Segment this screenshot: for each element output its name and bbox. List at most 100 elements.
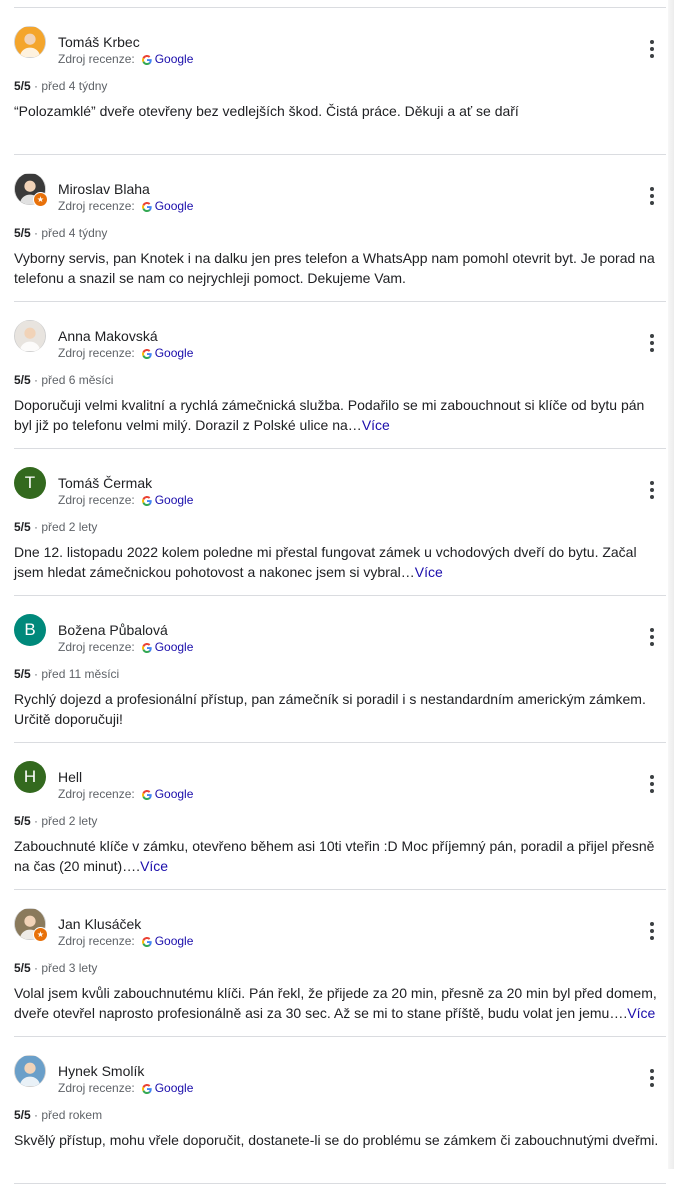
review-body: Doporučuji velmi kvalitní a rychlá zámeč… xyxy=(14,397,645,433)
avatar-photo[interactable] xyxy=(14,1055,46,1087)
avatar-letter: B xyxy=(24,620,36,639)
user-photo-icon xyxy=(15,321,45,351)
local-guide-badge-icon: ★ xyxy=(33,192,48,207)
review-item: ★ Jan Klusáček Zdroj recenze: Google 5/5… xyxy=(14,890,666,1037)
review-source: Zdroj recenze: Google xyxy=(58,346,193,360)
source-google-link[interactable]: Google xyxy=(155,52,194,66)
user-photo-icon xyxy=(15,1056,45,1086)
review-author[interactable]: Miroslav Blaha xyxy=(58,181,150,197)
source-google-link[interactable]: Google xyxy=(155,493,194,507)
avatar-photo[interactable] xyxy=(14,26,46,58)
more-vert-icon xyxy=(650,775,654,779)
source-google-link[interactable]: Google xyxy=(155,346,194,360)
review-score: 5/5 xyxy=(14,226,31,240)
more-options-button[interactable] xyxy=(644,920,660,942)
review-rating-line: 5/5 · před rokem xyxy=(14,1108,102,1122)
review-score: 5/5 xyxy=(14,814,31,828)
more-vert-dot xyxy=(650,936,654,940)
review-text: Rychlý dojezd a profesionální přístup, p… xyxy=(14,689,666,729)
more-options-button[interactable] xyxy=(644,332,660,354)
review-text: Doporučuji velmi kvalitní a rychlá zámeč… xyxy=(14,395,666,435)
review-item: H Hell Zdroj recenze: Google 5/5 · před … xyxy=(14,743,666,890)
source-label: Zdroj recenze: xyxy=(58,493,135,507)
review-container: Tomáš Krbec Zdroj recenze: Google 5/5 · … xyxy=(14,8,666,1184)
review-author[interactable]: Jan Klusáček xyxy=(58,916,141,932)
more-link[interactable]: Více xyxy=(415,564,443,580)
review-source: Zdroj recenze: Google xyxy=(58,1081,193,1095)
review-source: Zdroj recenze: Google xyxy=(58,787,193,801)
review-rating-line: 5/5 · před 2 lety xyxy=(14,814,97,828)
avatar-photo[interactable]: ★ xyxy=(14,173,48,207)
more-vert-dot xyxy=(650,929,654,933)
review-date: před 2 lety xyxy=(41,520,98,534)
review-body: Volal jsem kvůli zabouchnutému klíči. Pá… xyxy=(14,985,657,1021)
more-vert-icon xyxy=(650,481,654,485)
review-rating-line: 5/5 · před 4 týdny xyxy=(14,226,107,240)
google-g-icon xyxy=(141,348,152,359)
more-link[interactable]: Více xyxy=(362,417,390,433)
review-author[interactable]: Božena Půbalová xyxy=(58,622,168,638)
review-date: před 3 lety xyxy=(41,961,98,975)
source-google-link[interactable]: Google xyxy=(155,934,194,948)
avatar-letter: H xyxy=(23,767,37,786)
avatar[interactable]: H xyxy=(14,761,46,793)
review-rating-line: 5/5 · před 3 lety xyxy=(14,961,97,975)
review-item: Hynek Smolík Zdroj recenze: Google 5/5 ·… xyxy=(14,1037,666,1184)
source-label: Zdroj recenze: xyxy=(58,934,135,948)
more-options-button[interactable] xyxy=(644,626,660,648)
review-text: Volal jsem kvůli zabouchnutému klíči. Pá… xyxy=(14,983,666,1023)
source-label: Zdroj recenze: xyxy=(58,346,135,360)
more-vert-dot xyxy=(650,194,654,198)
more-options-button[interactable] xyxy=(644,38,660,60)
avatar-photo[interactable]: ★ xyxy=(14,908,48,942)
review-date: před 2 lety xyxy=(41,814,98,828)
review-author[interactable]: Anna Makovská xyxy=(58,328,158,344)
review-item: T Tomáš Čermak Zdroj recenze: Google 5/5… xyxy=(14,449,666,596)
google-g-icon xyxy=(141,495,152,506)
more-vert-icon xyxy=(650,40,654,44)
avatar-letter: T xyxy=(24,473,36,492)
review-source: Zdroj recenze: Google xyxy=(58,934,193,948)
review-source: Zdroj recenze: Google xyxy=(58,52,193,66)
review-author[interactable]: Hynek Smolík xyxy=(58,1063,144,1079)
more-vert-icon xyxy=(650,628,654,632)
more-link[interactable]: Více xyxy=(627,1005,655,1021)
review-rating-line: 5/5 · před 2 lety xyxy=(14,520,97,534)
source-google-link[interactable]: Google xyxy=(155,640,194,654)
review-text: Dne 12. listopadu 2022 kolem poledne mi … xyxy=(14,542,666,582)
more-options-button[interactable] xyxy=(644,185,660,207)
google-g-icon xyxy=(141,1083,152,1094)
avatar-photo[interactable] xyxy=(14,320,46,352)
more-vert-dot xyxy=(650,348,654,352)
more-options-button[interactable] xyxy=(644,479,660,501)
avatar[interactable]: B xyxy=(14,614,46,646)
review-body: Vyborny servis, pan Knotek i na dalku je… xyxy=(14,250,655,286)
review-score: 5/5 xyxy=(14,373,31,387)
google-g-icon xyxy=(141,54,152,65)
review-author[interactable]: Tomáš Čermak xyxy=(58,475,152,491)
more-vert-icon xyxy=(650,334,654,338)
more-vert-dot xyxy=(650,1083,654,1087)
more-vert-icon xyxy=(650,922,654,926)
more-options-button[interactable] xyxy=(644,773,660,795)
source-google-link[interactable]: Google xyxy=(155,199,194,213)
review-date: před 4 týdny xyxy=(41,79,108,93)
review-score: 5/5 xyxy=(14,961,31,975)
review-date: před rokem xyxy=(41,1108,103,1122)
more-link[interactable]: Více xyxy=(140,858,168,874)
review-date: před 11 měsíci xyxy=(41,667,120,681)
source-google-link[interactable]: Google xyxy=(155,1081,194,1095)
more-vert-icon xyxy=(650,1069,654,1073)
review-score: 5/5 xyxy=(14,1108,31,1122)
source-google-link[interactable]: Google xyxy=(155,787,194,801)
review-text: Zabouchnuté klíče v zámku, otevřeno běhe… xyxy=(14,836,666,876)
avatar[interactable]: T xyxy=(14,467,46,499)
review-source: Zdroj recenze: Google xyxy=(58,640,193,654)
review-body: Dne 12. listopadu 2022 kolem poledne mi … xyxy=(14,544,637,580)
page-edge xyxy=(668,0,674,1169)
review-author[interactable]: Hell xyxy=(58,769,82,785)
review-item: Tomáš Krbec Zdroj recenze: Google 5/5 · … xyxy=(14,8,666,155)
source-label: Zdroj recenze: xyxy=(58,52,135,66)
more-options-button[interactable] xyxy=(644,1067,660,1089)
review-author[interactable]: Tomáš Krbec xyxy=(58,34,140,50)
